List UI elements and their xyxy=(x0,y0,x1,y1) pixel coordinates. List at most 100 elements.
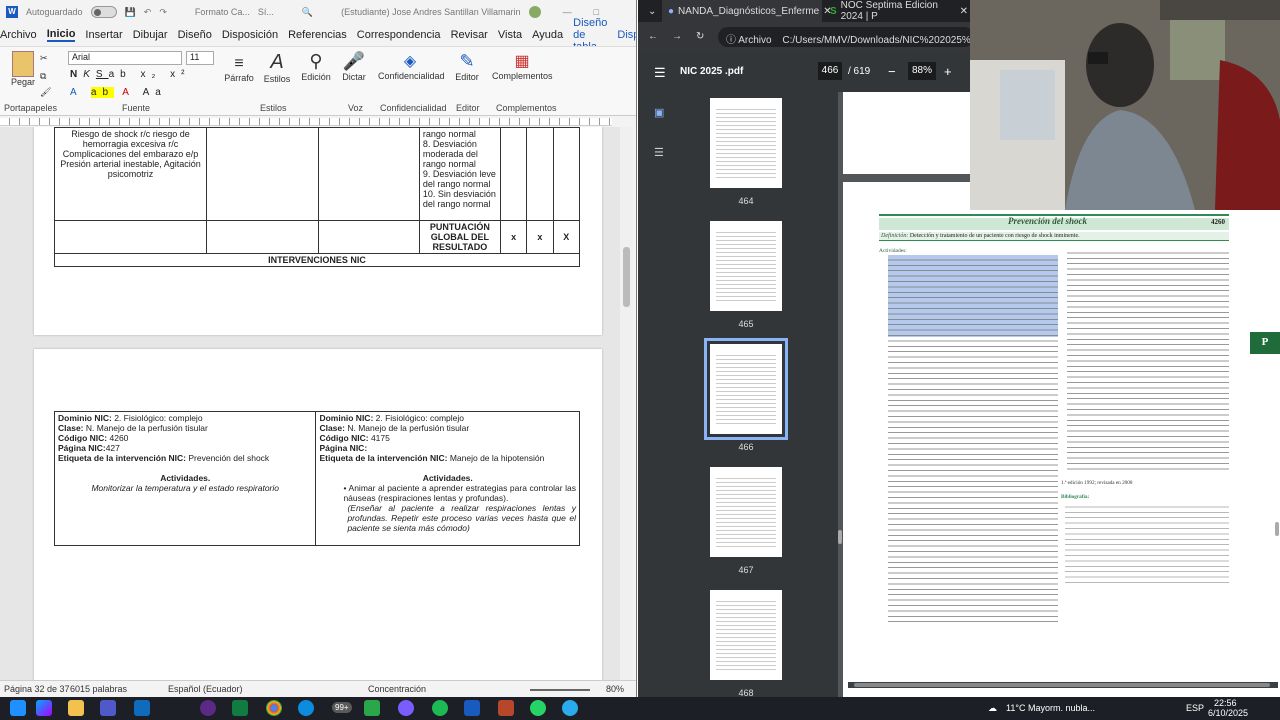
copilot-icon[interactable] xyxy=(36,700,52,716)
search-icon[interactable]: 🔍 xyxy=(302,7,313,18)
ribbon-tab[interactable]: Ayuda xyxy=(532,29,563,41)
tab-nanda[interactable]: ● NANDA_Diagnósticos_Enferme ✕ xyxy=(662,0,832,22)
sensitivity-button[interactable]: ◈ Confidencialidad xyxy=(378,51,445,81)
minimize-icon[interactable]: — xyxy=(563,7,572,17)
page-number-input[interactable]: 466 xyxy=(818,62,842,80)
chrome-icon[interactable] xyxy=(266,700,282,716)
zoom-level[interactable]: 80% xyxy=(606,684,624,694)
ribbon-tab[interactable]: Disposición xyxy=(222,29,278,41)
word-count[interactable]: 6015 palabras xyxy=(70,684,127,694)
zoom-slider[interactable] xyxy=(530,689,590,691)
ribbon-tab[interactable]: Diseño xyxy=(178,29,212,41)
excel-icon[interactable] xyxy=(232,700,248,716)
font-color-buttons[interactable]: A ab A Aa xyxy=(70,87,167,98)
thumbnail-label: 465 xyxy=(738,319,754,329)
ribbon-tab[interactable]: Revisar xyxy=(451,29,488,41)
styles-button[interactable]: A Estilos xyxy=(262,51,292,84)
avatar[interactable] xyxy=(528,6,541,18)
whatsapp-icon[interactable] xyxy=(530,700,546,716)
page-thumbnail[interactable] xyxy=(710,98,782,188)
close-icon[interactable]: ✕ xyxy=(960,6,968,17)
ruler[interactable] xyxy=(0,118,612,126)
score-mark: x xyxy=(499,220,528,254)
zoom-out-icon[interactable]: − xyxy=(888,64,896,79)
teams-icon[interactable] xyxy=(100,700,116,716)
redo-icon[interactable]: ↷ xyxy=(159,7,167,18)
ribbon: Pegar ✂ ⧉ 🖌 Arial 11 NKSab x₂ x² A ab A … xyxy=(0,46,636,116)
page-thumbnail[interactable] xyxy=(710,590,782,680)
paste-button[interactable]: Pegar xyxy=(8,51,38,87)
tab-menu-icon[interactable]: ⌄ xyxy=(642,0,662,22)
reload-icon[interactable]: ↻ xyxy=(696,31,704,42)
vertical-scrollbar[interactable] xyxy=(620,127,633,680)
autosave-toggle[interactable] xyxy=(90,6,117,18)
pdf-icon: ● xyxy=(668,5,675,17)
app-icon[interactable] xyxy=(364,700,380,716)
clock-time[interactable]: 22:56 xyxy=(1214,698,1237,708)
copy-icon[interactable]: ⧉ xyxy=(40,71,46,82)
page-thumbnail[interactable] xyxy=(704,338,788,440)
page-thumbnail[interactable] xyxy=(710,467,782,557)
zoom-in-icon[interactable]: + xyxy=(944,64,952,79)
start-icon[interactable] xyxy=(10,700,26,716)
taskbar: 99+ ☁ 11°C Mayorm. nubla... ESP 22:56 6/… xyxy=(0,697,1280,720)
page-count[interactable]: Página 32 de 37 xyxy=(4,684,70,694)
styles-label: Estilos xyxy=(263,74,291,84)
clock-date[interactable]: 6/10/2025 xyxy=(1208,708,1248,718)
outline-icon[interactable]: ☰ xyxy=(654,146,664,159)
vertical-scrollbar[interactable] xyxy=(1275,522,1279,536)
telegram-icon[interactable] xyxy=(562,700,578,716)
cut-icon[interactable]: ✂ xyxy=(40,53,48,64)
ribbon-tab[interactable]: Referencias xyxy=(288,29,347,41)
thumbnails-icon[interactable]: ▣ xyxy=(654,106,664,119)
ribbon-tab[interactable]: Inicio xyxy=(46,28,76,42)
file-explorer-icon[interactable] xyxy=(68,700,84,716)
font-format-buttons[interactable]: NKSab x₂ x² xyxy=(70,69,190,80)
weather-text[interactable]: 11°C Mayorm. nubla... xyxy=(1006,703,1095,713)
maximize-icon[interactable]: □ xyxy=(594,7,599,17)
sensitivity-icon: ◈ xyxy=(403,53,417,70)
nic-tag: Prevención del shock xyxy=(188,453,270,463)
ribbon-tab[interactable]: Correspondencia xyxy=(357,29,441,41)
editing-button[interactable]: ⚲ Edición xyxy=(300,51,332,82)
sidebar-splitter[interactable] xyxy=(838,530,842,544)
ribbon-tab[interactable]: Insertar xyxy=(85,29,122,41)
outlook-icon[interactable] xyxy=(134,700,150,716)
focus-mode[interactable]: Concentración xyxy=(368,684,426,694)
word-window: W Autoguardado 💾 ↶ ↷ Formato Ca... Sí...… xyxy=(0,0,637,697)
weather-icon[interactable]: ☁ xyxy=(988,703,997,714)
paragraph-button[interactable]: ≡ Párrafo xyxy=(224,55,254,83)
font-size-select[interactable]: 11 xyxy=(186,51,214,65)
undo-icon[interactable]: ↶ xyxy=(144,7,152,18)
tab-noc[interactable]: S NOC Septima Edicion 2024 | P ✕ xyxy=(824,0,974,22)
back-icon[interactable]: ← xyxy=(648,31,658,42)
spotify-icon[interactable] xyxy=(432,700,448,716)
powerpoint-icon[interactable] xyxy=(498,700,514,716)
ribbon-tab[interactable]: Disposición xyxy=(617,29,636,41)
address-bar[interactable]: ⓘ Archivo C:/Users/MMV/Downloads/NIC%202… xyxy=(718,27,974,47)
language[interactable]: Español (Ecuador) xyxy=(168,684,243,694)
ribbon-tab[interactable]: Archivo xyxy=(0,29,37,41)
ribbon-tab[interactable]: Dibujar xyxy=(133,29,168,41)
ribbon-tab[interactable]: Vista xyxy=(498,29,522,41)
edge-icon[interactable] xyxy=(298,700,314,716)
word-icon[interactable] xyxy=(464,700,480,716)
page-total: / 619 xyxy=(848,66,871,77)
notification-badge: 99+ xyxy=(332,702,352,713)
app-icon[interactable] xyxy=(398,700,414,716)
page-thumbnail[interactable] xyxy=(710,221,782,311)
document-area[interactable]: Riesgo de shock r/c riesgo de hemorragia … xyxy=(0,127,633,680)
addins-button[interactable]: ▦ Complementos xyxy=(492,51,553,81)
save-icon[interactable]: 💾 xyxy=(125,7,136,18)
vpn-icon[interactable] xyxy=(200,700,216,716)
forward-icon[interactable]: → xyxy=(672,31,682,42)
horizontal-scrollbar[interactable] xyxy=(848,682,1278,688)
menu-icon[interactable]: ☰ xyxy=(654,65,666,81)
dictate-button[interactable]: 🎤 Dictar xyxy=(340,51,368,82)
editor-button[interactable]: ✎ Editor xyxy=(452,51,482,82)
scale-item: 8. Desviación moderada del rango normal xyxy=(422,139,478,169)
font-name-select[interactable]: Arial xyxy=(68,51,182,65)
zoom-input[interactable]: 88% xyxy=(908,62,936,80)
format-painter-icon[interactable]: 🖌 xyxy=(40,87,51,98)
input-language[interactable]: ESP xyxy=(1186,703,1204,713)
